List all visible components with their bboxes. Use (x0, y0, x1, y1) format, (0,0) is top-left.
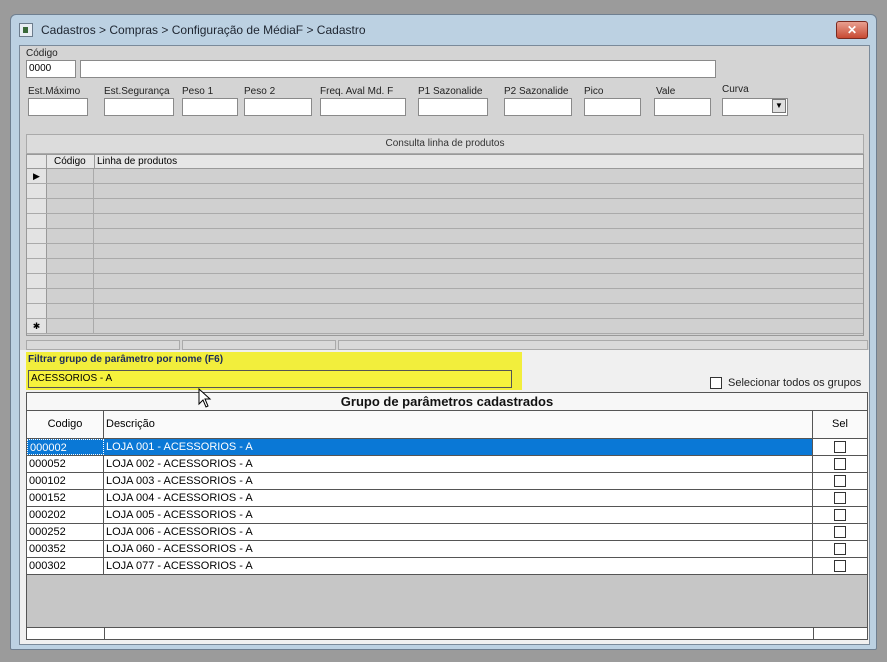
table-row[interactable] (27, 214, 863, 229)
p1-sazonalide-input[interactable] (418, 98, 488, 116)
chevron-down-icon[interactable]: ▼ (772, 99, 786, 113)
groups-title: Grupo de parâmetros cadastrados (27, 393, 867, 411)
window-title: Cadastros > Compras > Configuração de Mé… (41, 23, 366, 37)
codigo-input[interactable]: 0000 (26, 60, 76, 78)
row-descricao[interactable]: LOJA 060 - ACESSORIOS - A (104, 541, 813, 557)
row-codigo[interactable]: 000102 (27, 473, 104, 489)
product-lines-title: Consulta linha de produtos (26, 134, 864, 154)
groups-header: Codigo Descrição Sel (27, 411, 867, 439)
row-descricao[interactable]: LOJA 005 - ACESSORIOS - A (104, 507, 813, 523)
main-window: Cadastros > Compras > Configuração de Mé… (10, 14, 877, 650)
est-maximo-input[interactable] (28, 98, 88, 116)
row-codigo[interactable]: 000052 (27, 456, 104, 472)
freq-aval-input[interactable] (320, 98, 406, 116)
table-row[interactable]: 000002 LOJA 001 - ACESSORIOS - A (27, 439, 867, 456)
pico-label: Pico (584, 86, 604, 97)
row-select-checkbox[interactable] (834, 543, 846, 555)
descricao-input[interactable] (80, 60, 716, 78)
close-button[interactable]: ✕ (836, 21, 868, 39)
row-codigo[interactable]: 000202 (27, 507, 104, 523)
row-select-checkbox[interactable] (834, 475, 846, 487)
peso2-input[interactable] (244, 98, 312, 116)
codigo-label: Código (26, 48, 58, 59)
table-row[interactable] (27, 199, 863, 214)
client-area: Código 0000 Est.Máximo Est.Segurança Pes… (19, 45, 870, 645)
row-descricao[interactable]: LOJA 003 - ACESSORIOS - A (104, 473, 813, 489)
table-row[interactable]: 000352 LOJA 060 - ACESSORIOS - A (27, 541, 867, 558)
select-all-checkbox[interactable]: Selecionar todos os grupos (710, 377, 861, 389)
row-codigo[interactable]: 000252 (27, 524, 104, 540)
table-row[interactable] (27, 304, 863, 319)
title-bar[interactable]: Cadastros > Compras > Configuração de Mé… (11, 15, 876, 45)
col-codigo[interactable]: Codigo (27, 411, 104, 438)
table-row[interactable] (27, 229, 863, 244)
row-descricao[interactable]: LOJA 001 - ACESSORIOS - A (104, 439, 813, 455)
row-select-checkbox[interactable] (834, 441, 846, 453)
p1-sazonalide-label: P1 Sazonalide (418, 86, 483, 97)
curva-label: Curva (722, 84, 749, 95)
product-lines-grid[interactable]: Código Linha de produtos ▶ ✱ (26, 154, 864, 336)
table-row[interactable]: 000202 LOJA 005 - ACESSORIOS - A (27, 507, 867, 524)
table-row[interactable]: ▶ (27, 169, 863, 184)
groups-grid[interactable]: Grupo de parâmetros cadastrados Codigo D… (26, 392, 868, 640)
table-row[interactable]: 000102 LOJA 003 - ACESSORIOS - A (27, 473, 867, 490)
vale-input[interactable] (654, 98, 711, 116)
row-codigo[interactable]: 000152 (27, 490, 104, 506)
row-select-checkbox[interactable] (834, 560, 846, 572)
table-row[interactable]: 000252 LOJA 006 - ACESSORIOS - A (27, 524, 867, 541)
table-row[interactable] (27, 289, 863, 304)
table-row[interactable]: 000302 LOJA 077 - ACESSORIOS - A (27, 558, 867, 575)
freq-aval-label: Freq. Aval Md. F (320, 86, 394, 97)
row-codigo[interactable]: 000002 (27, 439, 104, 455)
filter-label: Filtrar grupo de parâmetro por nome (F6) (28, 354, 224, 365)
row-indicator-icon: ▶ (27, 169, 47, 183)
product-lines-header: Código Linha de produtos (27, 155, 863, 169)
col-codigo: Código (54, 156, 86, 167)
table-row[interactable]: 000052 LOJA 002 - ACESSORIOS - A (27, 456, 867, 473)
row-codigo[interactable]: 000302 (27, 558, 104, 574)
row-descricao[interactable]: LOJA 077 - ACESSORIOS - A (104, 558, 813, 574)
row-select-checkbox[interactable] (834, 458, 846, 470)
groups-panel: Filtrar grupo de parâmetro por nome (F6)… (20, 350, 869, 644)
table-row[interactable] (27, 274, 863, 289)
row-select-checkbox[interactable] (834, 509, 846, 521)
peso1-label: Peso 1 (182, 86, 214, 97)
row-codigo[interactable]: 000352 (27, 541, 104, 557)
col-linha-produtos: Linha de produtos (97, 156, 178, 167)
row-descricao[interactable]: LOJA 006 - ACESSORIOS - A (104, 524, 813, 540)
est-seguranca-label: Est.Segurança (104, 86, 170, 97)
row-select-checkbox[interactable] (834, 492, 846, 504)
mouse-cursor-icon (198, 388, 212, 408)
table-row[interactable] (27, 244, 863, 259)
est-seguranca-input[interactable] (104, 98, 174, 116)
groups-footer (27, 627, 867, 639)
est-maximo-label: Est.Máximo (28, 86, 81, 97)
app-icon (19, 23, 33, 37)
p2-sazonalide-label: P2 Sazonalide (504, 86, 569, 97)
pico-input[interactable] (584, 98, 641, 116)
filter-highlight: Filtrar grupo de parâmetro por nome (F6)… (26, 352, 522, 390)
col-sel[interactable]: Sel (813, 411, 867, 438)
table-row[interactable] (27, 184, 863, 199)
p2-sazonalide-input[interactable] (504, 98, 572, 116)
select-all-label: Selecionar todos os grupos (728, 377, 862, 389)
new-row-icon: ✱ (27, 319, 47, 333)
vale-label: Vale (656, 86, 676, 97)
table-row[interactable]: 000152 LOJA 004 - ACESSORIOS - A (27, 490, 867, 507)
row-descricao[interactable]: LOJA 004 - ACESSORIOS - A (104, 490, 813, 506)
peso2-label: Peso 2 (244, 86, 276, 97)
row-select-checkbox[interactable] (834, 526, 846, 538)
form-panel: Código 0000 Est.Máximo Est.Segurança Pes… (20, 46, 869, 347)
checkbox-icon[interactable] (710, 377, 722, 389)
col-descricao[interactable]: Descrição (104, 411, 813, 438)
status-bar (20, 340, 869, 350)
row-descricao[interactable]: LOJA 002 - ACESSORIOS - A (104, 456, 813, 472)
table-row[interactable]: ✱ (27, 319, 863, 334)
peso1-input[interactable] (182, 98, 238, 116)
table-row[interactable] (27, 259, 863, 274)
filter-input[interactable]: ACESSORIOS - A (28, 370, 512, 388)
